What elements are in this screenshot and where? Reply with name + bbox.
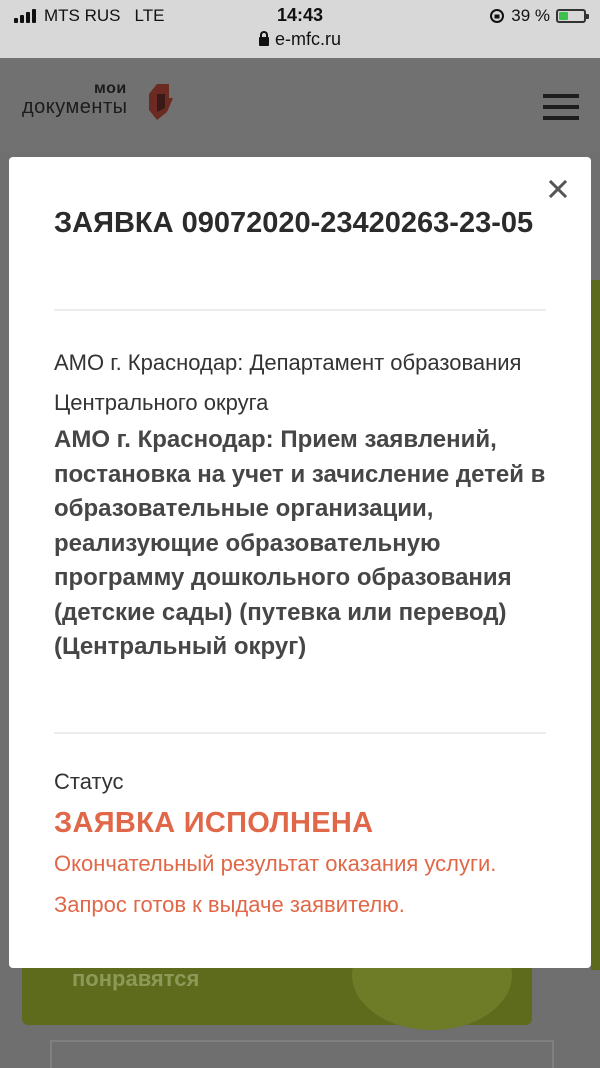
rotation-lock-icon — [490, 9, 505, 23]
logo-mark-icon — [149, 84, 173, 120]
close-button[interactable] — [544, 175, 572, 203]
divider — [54, 309, 546, 311]
divider — [54, 732, 546, 734]
menu-icon[interactable] — [543, 94, 579, 120]
service-name: АМО г. Краснодар: Прием заявлений, поста… — [54, 426, 546, 660]
department-name: АМО г. Краснодар: Департамент образовани… — [54, 350, 522, 415]
url-text: e-mfc.ru — [274, 29, 341, 49]
battery-percent: 39 % — [511, 6, 550, 25]
battery-icon — [556, 9, 589, 23]
close-icon — [548, 179, 568, 199]
background-content — [591, 280, 600, 970]
background-card — [50, 1040, 554, 1068]
status-label: Статус — [54, 769, 124, 794]
lock-icon — [258, 31, 269, 46]
address-bar[interactable]: e-mfc.ru — [0, 29, 600, 50]
status-value: ЗАЯВКА ИСПОЛНЕНА — [54, 807, 374, 839]
logo-text-bottom: документы — [22, 96, 128, 118]
application-title: ЗАЯВКА 09072020-23420263-23-05 — [54, 207, 534, 239]
ios-status-bar: MTS RUS LTE 14:43 39 % e-mfc.ru — [0, 0, 600, 58]
status-description: Окончательный результат оказания услуги.… — [54, 851, 497, 917]
battery-info: 39 % — [489, 6, 589, 26]
application-modal: ЗАЯВКА 09072020-23420263-23-05 АМО г. Кр… — [9, 157, 591, 968]
banner-text: понравятся — [72, 966, 200, 991]
